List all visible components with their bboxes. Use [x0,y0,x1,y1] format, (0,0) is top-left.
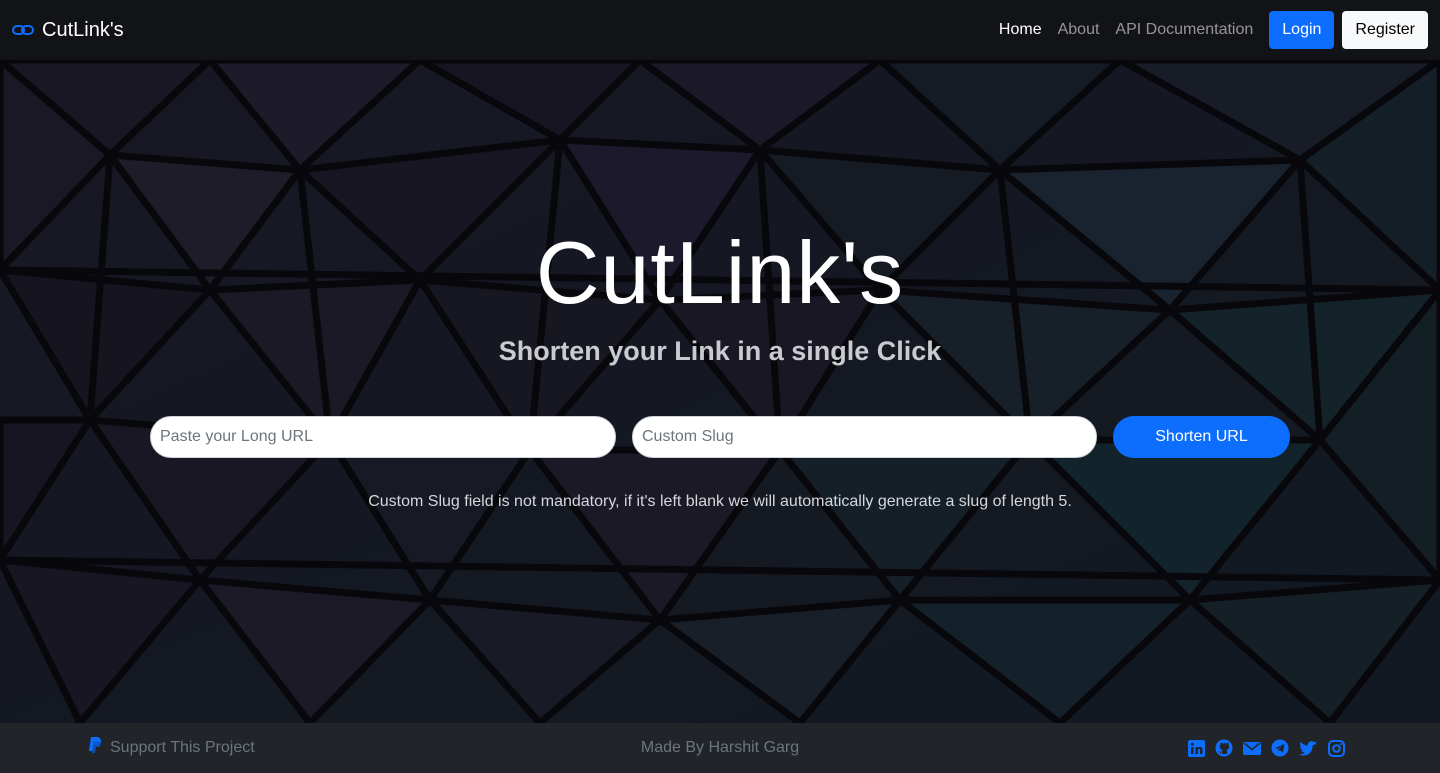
nav-link-about[interactable]: About [1058,21,1100,39]
twitter-icon[interactable] [1299,739,1317,757]
telegram-icon[interactable] [1271,739,1289,757]
shorten-url-button[interactable]: Shorten URL [1113,416,1290,458]
brand-name: CutLink's [42,18,124,41]
register-button[interactable]: Register [1342,11,1428,49]
navbar: CutLink's Home About API Documentation L… [0,0,1440,60]
support-project-link[interactable]: Support This Project [88,723,255,773]
mail-icon[interactable] [1243,739,1261,757]
login-button[interactable]: Login [1269,11,1335,49]
nav-menu: Home About API Documentation Login Regis… [983,11,1428,49]
nav-link-home[interactable]: Home [999,21,1042,39]
nav-link-api-documentation[interactable]: API Documentation [1115,21,1253,39]
custom-slug-input[interactable] [632,416,1097,458]
instagram-icon[interactable] [1327,739,1345,757]
slug-hint-text: Custom Slug field is not mandatory, if i… [368,493,1072,510]
paypal-icon [88,737,102,759]
hero-subtitle: Shorten your Link in a single Click [498,336,942,366]
hero-section: CutLink's Shorten your Link in a single … [0,60,1440,723]
brand[interactable]: CutLink's [12,19,124,42]
social-links [1187,723,1345,773]
long-url-input[interactable] [150,416,616,458]
github-icon[interactable] [1215,739,1233,757]
link-icon [12,19,34,41]
hero-content: CutLink's Shorten your Link in a single … [0,60,1440,723]
footer: Support This Project Made By Harshit Gar… [0,723,1440,773]
support-project-label: Support This Project [110,739,255,756]
hero-title: CutLink's [535,223,905,322]
linkedin-icon[interactable] [1187,739,1205,757]
